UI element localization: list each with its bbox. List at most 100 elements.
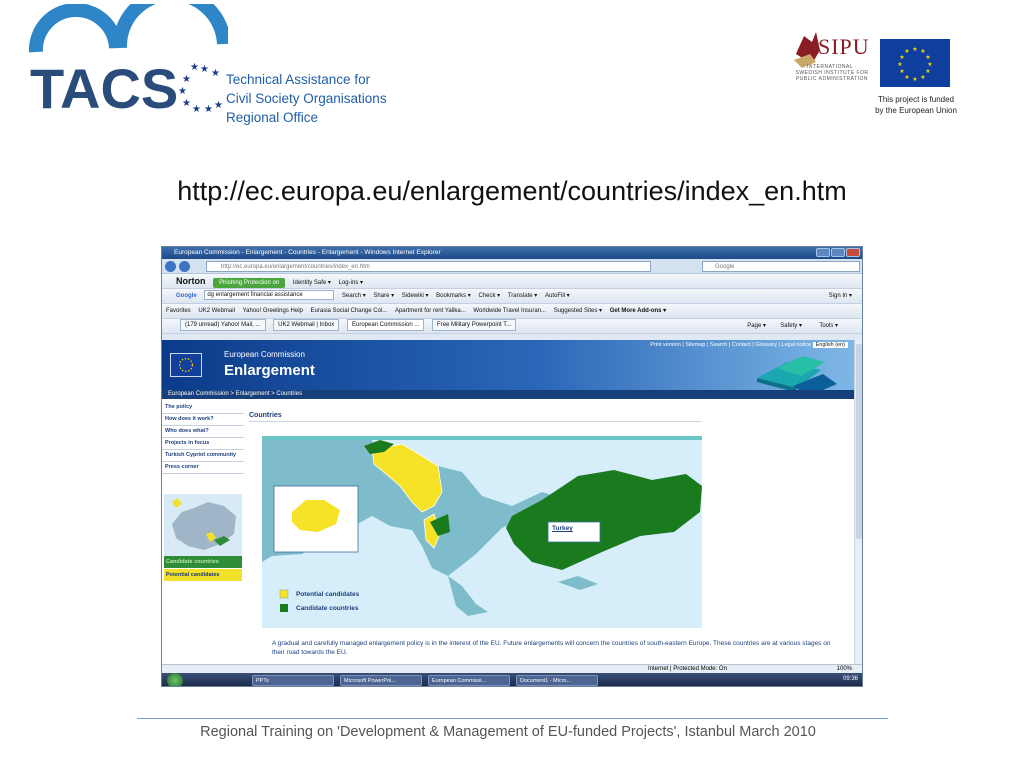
tacs-logo: TACS ★ ★ ★ ★★★ ★ ★ ★ [28,4,228,114]
svg-text:★: ★ [899,54,904,61]
tab-bar: (179 unread) Yahoo! Mail, ... UK2 Webmai… [162,319,862,334]
page-menu[interactable]: Page ▾ [747,319,766,333]
tab-uk2-webmail[interactable]: UK2 Webmail | Inbox [273,319,340,332]
europe-mini-map[interactable] [164,494,242,556]
svg-text:★: ★ [912,46,917,53]
svg-text:★: ★ [204,104,213,114]
sign-in-button[interactable]: Sign In ▾ [829,289,852,303]
sidewiki-button[interactable]: Sidewiki ▾ [402,289,429,303]
svg-text:★: ★ [190,62,199,73]
ec-flag-icon [170,353,202,377]
browser-window: European Commission - Enlargement - Coun… [161,246,863,687]
candidate-countries-button[interactable]: Candidate countries [164,556,242,568]
svg-text:★: ★ [214,100,223,111]
favorite-link-travel[interactable]: Worldwide Travel Insuran... [473,304,546,318]
share-button[interactable]: Share ▾ [373,289,394,303]
start-button[interactable] [167,673,183,686]
nav-item-turkish-cypriot[interactable]: Turkish Cypriot community [162,450,244,462]
nav-item-policy[interactable]: The policy [162,402,244,414]
svg-text:★: ★ [211,68,220,79]
slide: TACS ★ ★ ★ ★ ★ ★ ★ ★ ★ Technical Assistance fo… [0,0,1024,768]
eu-note-line-1: This project is funded [877,95,955,104]
tab-military-powerpoint[interactable]: Free Military Powerpoint T... [432,319,517,332]
svg-text:★: ★ [192,104,201,114]
favorite-link-yahoo[interactable]: Yahoo! Greetings Help [243,304,303,318]
heading-divider [249,421,701,422]
breadcrumb[interactable]: European Commission > Enlargement > Coun… [162,390,854,399]
browser-title-bar: European Commission - Enlargement - Coun… [162,247,862,259]
google-toolbar: Google dg enlargement financial assistan… [162,289,862,304]
suggested-sites-button[interactable]: Suggested Sites ▾ [554,304,602,318]
forward-arrow-icon[interactable] [179,261,190,272]
ec-page: Print version | Sitemap | Search | Conta… [162,340,854,664]
tacs-logo-text: TACS [30,57,178,114]
close-button[interactable] [846,248,860,257]
favorites-button[interactable]: Favorites [166,304,191,318]
identity-safe-button[interactable]: Identity Safe ▾ [293,276,331,288]
countries-heading: Countries [249,412,282,419]
nav-item-who-does-what[interactable]: Who does what? [162,426,244,438]
svg-text:★: ★ [925,68,930,75]
tacs-subtitle-line-2: Civil Society Organisations [226,91,387,106]
phishing-protection-button[interactable]: Phishing Protection on [213,278,286,288]
system-clock: 09:36 [842,676,858,682]
tab-yahoo-mail[interactable]: (179 unread) Yahoo! Mail, ... [180,319,266,332]
browser-status-bar: Internet | Protected Mode: On 100% [162,664,862,673]
window-controls [816,248,860,257]
potential-candidates-button[interactable]: Potential candidates [164,569,242,581]
ec-banner: Print version | Sitemap | Search | Conta… [162,340,854,396]
footer-divider [137,718,888,719]
search-input[interactable]: Google [702,261,860,272]
favorite-link-uk2[interactable]: UK2 Webmail [198,304,235,318]
check-button[interactable]: Check ▾ [478,289,500,303]
login-button[interactable]: Log-ins ▾ [339,276,363,288]
taskbar-document[interactable]: Document1 - Micro... [516,675,598,686]
autofill-button[interactable]: AutoFill ▾ [545,289,570,303]
svg-text:★: ★ [182,74,191,85]
svg-text:★: ★ [897,61,902,68]
legend-potential-candidates: Potential candidates [296,591,360,598]
vertical-scrollbar[interactable] [854,340,862,664]
minimize-button[interactable] [816,248,830,257]
tacs-subtitle: Technical Assistance for Civil Society O… [226,70,387,127]
intro-paragraph: A gradual and carefully managed enlargem… [272,640,831,656]
nav-item-how-it-works[interactable]: How does it work? [162,414,244,426]
favorite-link-apartment[interactable]: Apartment for rent Yalika... [395,304,466,318]
maximize-button[interactable] [831,248,845,257]
google-search-button[interactable]: Search ▾ [342,289,366,303]
scrollbar-thumb[interactable] [856,344,862,539]
nav-item-press-corner[interactable]: Press corner [162,462,244,474]
back-arrow-icon[interactable] [165,261,176,272]
legend-candidate-countries: Candidate countries [296,605,359,612]
svg-text:★: ★ [182,98,191,109]
bookmarks-button[interactable]: Bookmarks ▾ [436,289,471,303]
translate-button[interactable]: Translate ▾ [508,289,537,303]
norton-logo: Norton [176,276,206,286]
svg-text:★: ★ [927,61,932,68]
eu-funding-note: This project is funded by the European U… [866,94,966,116]
windows-taskbar: PPTs Microsoft PowerPoi... European Comm… [162,673,862,686]
address-input[interactable]: http://ec.europa.eu/enlargement/countrie… [206,261,651,272]
tab-european-commission[interactable]: European Commission ... [346,319,425,332]
eu-flag-icon: ★ ★★ ★★★ ★★★ ★★★ [880,39,950,87]
favorite-link-eurasia[interactable]: Eurasia Social Change Col... [311,304,388,318]
svg-text:★: ★ [178,86,187,97]
svg-text:★: ★ [925,54,930,61]
safety-menu[interactable]: Safety ▾ [780,319,802,333]
nav-item-projects[interactable]: Projects in focus [162,438,244,450]
footer-text: Regional Training on 'Development & Mana… [200,724,816,740]
svg-text:★: ★ [904,48,909,55]
taskbar-european-commission[interactable]: European Commissi... [428,675,510,686]
svg-text:★: ★ [920,74,925,81]
map-label-turkey[interactable]: Turkey [552,525,573,532]
eu-note-line-2: by the European Union [875,106,957,115]
tools-menu[interactable]: Tools ▾ [819,319,838,333]
add-ons-button[interactable]: Get More Add-ons ▾ [610,304,666,318]
svg-text:★: ★ [904,74,909,81]
svg-text:★: ★ [899,68,904,75]
enlargement-map[interactable] [262,436,702,628]
tacs-subtitle-line-3: Regional Office [226,110,319,125]
google-search-input[interactable]: dg enlargement financial assistance [204,290,335,301]
taskbar-powerpoint[interactable]: Microsoft PowerPoi... [340,675,422,686]
taskbar-ppts[interactable]: PPTs [252,675,334,686]
